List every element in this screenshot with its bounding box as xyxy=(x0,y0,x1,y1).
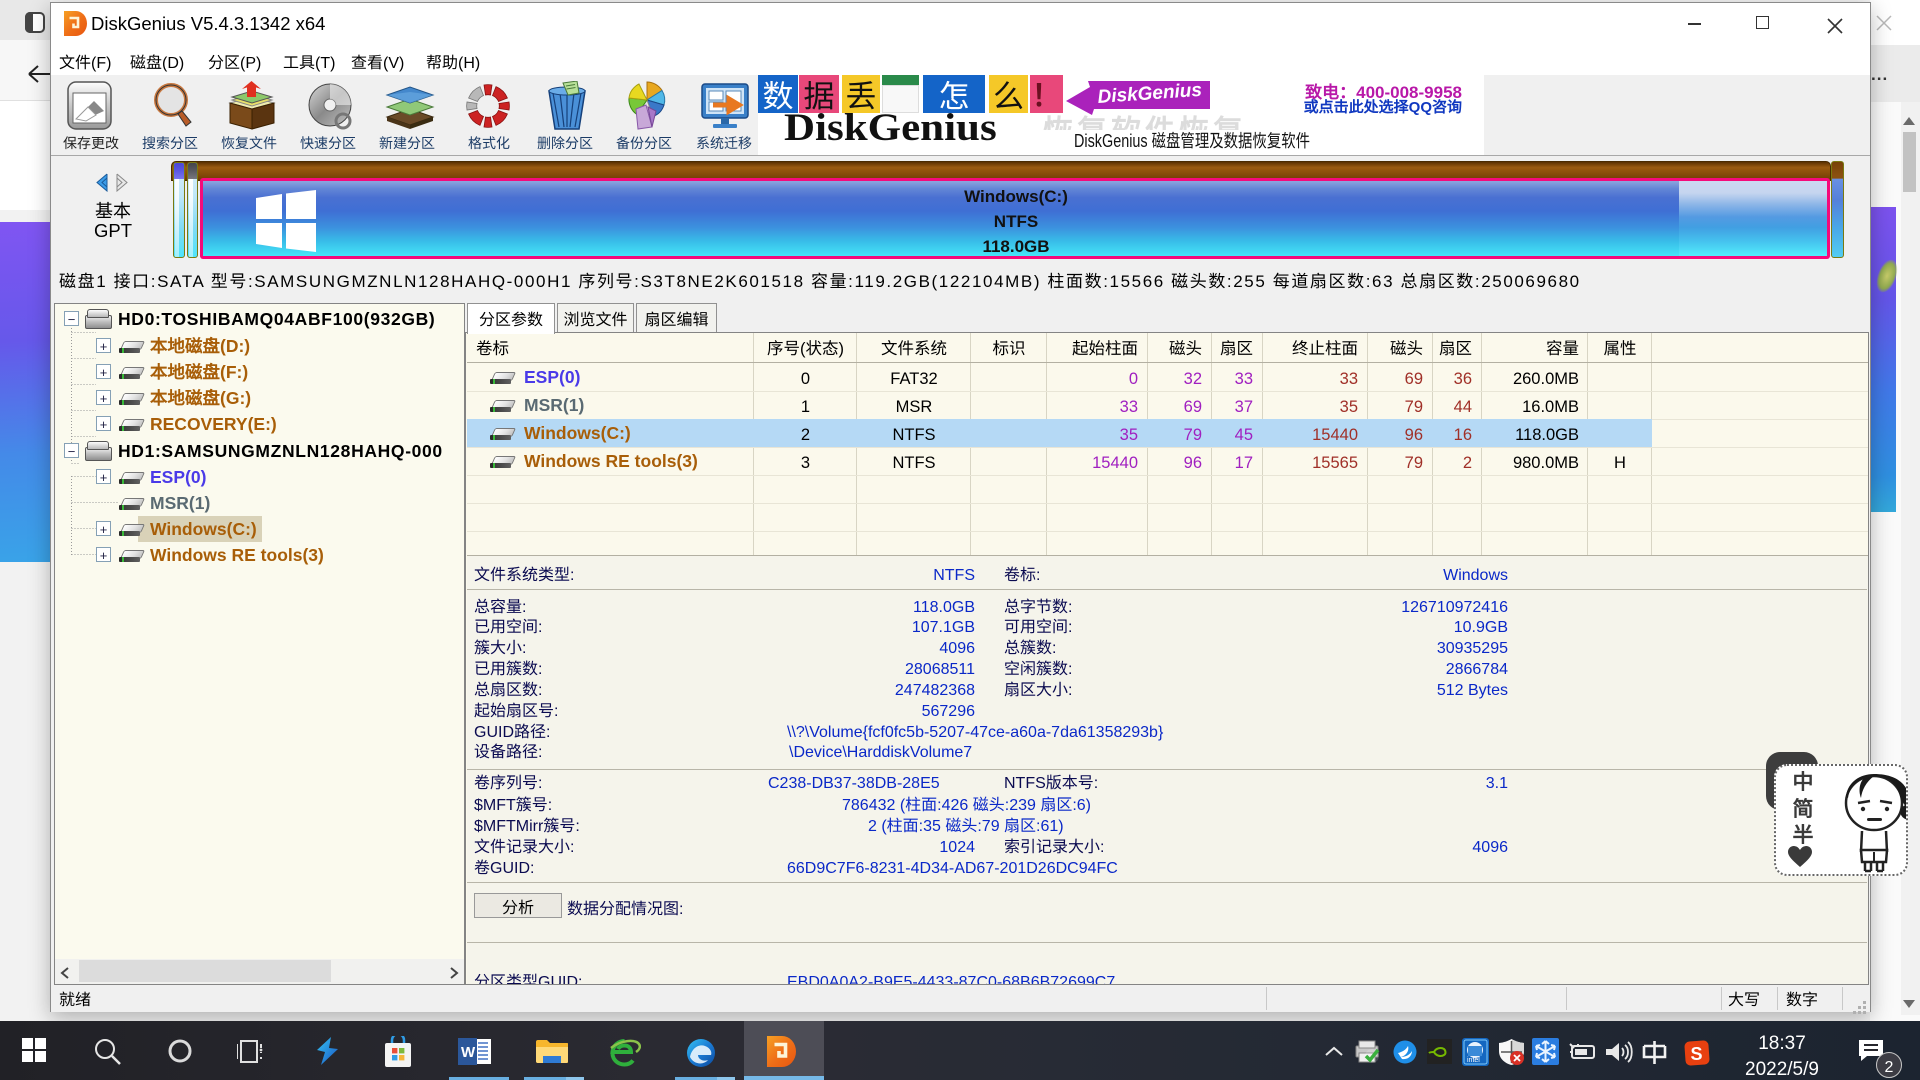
svg-text:intel: intel xyxy=(1467,1057,1480,1064)
svg-text:W: W xyxy=(461,1044,476,1061)
svg-text:S: S xyxy=(1691,1044,1703,1064)
